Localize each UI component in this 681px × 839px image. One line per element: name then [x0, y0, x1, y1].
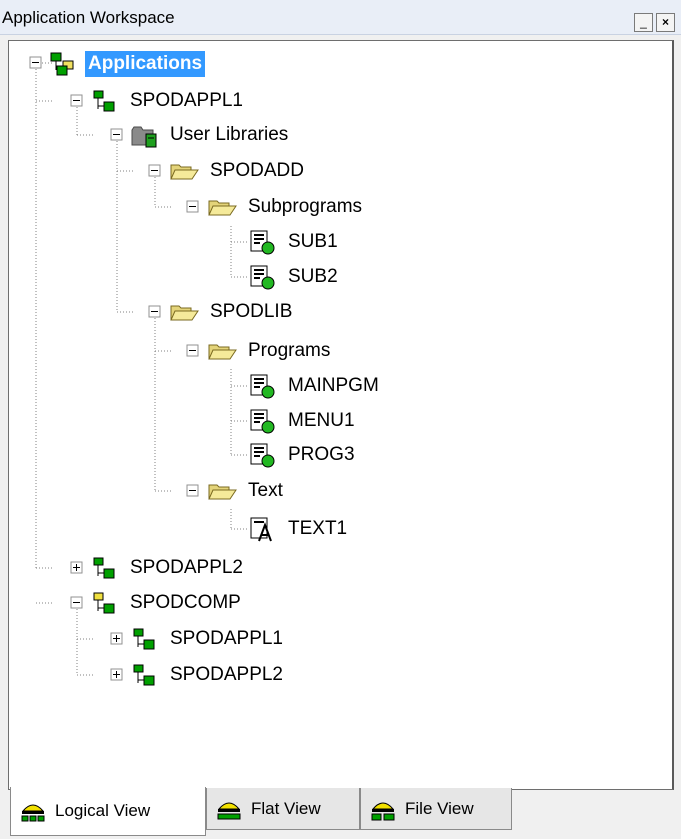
view-tabs: Logical View Flat View File View	[8, 787, 673, 839]
tree-node-label: Subprograms	[248, 196, 363, 217]
tree-node-spodcomp-spodappl2[interactable]: SPODAPPL2	[129, 660, 286, 690]
tree-node-spodcomp[interactable]: SPODCOMP	[89, 588, 244, 618]
tree-node-label: SPODAPPL2	[170, 664, 283, 685]
compound-application-icon	[93, 592, 115, 614]
tab-label: Logical View	[55, 801, 151, 820]
tree-node-label: SUB2	[288, 266, 338, 287]
tree-node-label: SPODAPPL2	[130, 557, 243, 578]
tree-node-label: SPODAPPL1	[170, 628, 283, 649]
application-group-icon	[50, 52, 74, 76]
application-icon	[93, 557, 115, 579]
tree-node-label: MENU1	[288, 410, 355, 431]
tree-node-menu1[interactable]: MENU1	[247, 406, 358, 436]
window-title: Application Workspace	[2, 8, 175, 27]
tree-node-subprograms[interactable]: Subprograms	[207, 192, 365, 222]
tree-node-text[interactable]: Text	[207, 476, 286, 506]
tab-flat-view[interactable]: Flat View	[206, 788, 360, 830]
open-folder-icon	[208, 200, 237, 216]
tree-node-label: SUB1	[288, 231, 338, 252]
tree-node-user-libraries[interactable]: User Libraries	[129, 120, 291, 150]
tree-node-label: Programs	[248, 340, 331, 361]
program-object-icon	[250, 443, 275, 468]
tree-node-prog3[interactable]: PROG3	[247, 440, 358, 470]
tree-view[interactable]: Applications SPODAPPL1 User Libraries SP…	[8, 40, 674, 790]
close-button[interactable]: ×	[656, 13, 675, 32]
tree-node-label: Applications	[85, 51, 206, 77]
application-icon	[133, 628, 155, 650]
tab-label: Flat View	[251, 798, 321, 818]
application-icon	[93, 90, 115, 112]
tree-node-label: SPODCOMP	[130, 592, 241, 613]
tree-node-programs[interactable]: Programs	[207, 336, 333, 366]
tree-node-text1[interactable]: TEXT1	[247, 514, 350, 544]
open-folder-icon	[170, 164, 199, 180]
tab-label: File View	[405, 798, 474, 818]
tree-node-spodlib[interactable]: SPODLIB	[169, 297, 295, 327]
tree-node-sub2[interactable]: SUB2	[247, 262, 341, 292]
tree-node-label: SPODAPPL1	[130, 90, 243, 111]
open-folder-icon	[170, 305, 199, 321]
tree-node-label: PROG3	[288, 444, 355, 465]
text-object-icon	[250, 517, 272, 542]
tree-node-mainpgm[interactable]: MAINPGM	[247, 371, 382, 401]
tree-node-label: Text	[248, 480, 283, 501]
tree-node-spodappl1[interactable]: SPODAPPL1	[89, 86, 246, 116]
logical-view-icon	[21, 804, 45, 822]
program-object-icon	[250, 374, 275, 399]
tree-node-label: SPODLIB	[210, 301, 293, 322]
tree-node-spodappl2[interactable]: SPODAPPL2	[89, 553, 246, 583]
library-folder-icon	[131, 126, 157, 148]
tree-node-sub1[interactable]: SUB1	[247, 227, 341, 257]
application-icon	[133, 664, 155, 686]
tab-file-view[interactable]: File View	[360, 788, 512, 830]
program-object-icon	[250, 230, 275, 255]
program-object-icon	[250, 409, 275, 434]
tab-logical-view[interactable]: Logical View	[10, 787, 206, 836]
tree-node-label: MAINPGM	[288, 375, 379, 396]
flat-view-icon	[217, 802, 241, 819]
open-folder-icon	[208, 344, 237, 360]
tree-node-label: TEXT1	[288, 518, 348, 539]
tree-node-label: SPODADD	[210, 160, 304, 181]
tree-node-applications[interactable]: Applications	[47, 49, 206, 79]
tree-node-spodadd[interactable]: SPODADD	[169, 156, 307, 186]
open-folder-icon	[208, 484, 237, 500]
tree-node-spodcomp-spodappl1[interactable]: SPODAPPL1	[129, 624, 286, 654]
minimize-button[interactable]: _	[634, 13, 653, 32]
title-bar: Application Workspace _ ×	[0, 0, 681, 35]
program-object-icon	[250, 265, 275, 290]
tree-node-label: User Libraries	[170, 124, 289, 145]
file-view-icon	[371, 802, 395, 820]
